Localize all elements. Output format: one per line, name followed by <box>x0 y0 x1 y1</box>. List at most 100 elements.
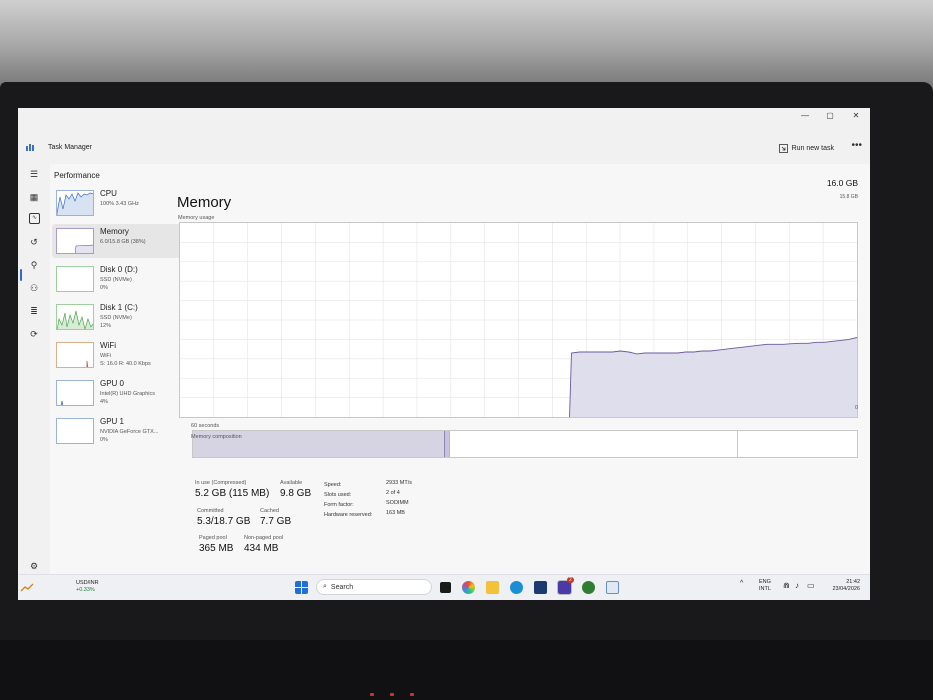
laptop-base <box>0 640 933 700</box>
composition-free <box>737 431 857 457</box>
clock[interactable]: 21:42 23/04/2026 <box>824 579 860 593</box>
stock-change: +0.33% <box>76 587 95 593</box>
device-item-gpu0[interactable]: GPU 0 Intel(R) UHD Graphics 4% <box>52 376 192 410</box>
gpu0-thumbnail <box>56 380 94 406</box>
chevron-up-icon[interactable]: ^ <box>740 580 743 587</box>
device-detail: 0% <box>100 285 108 291</box>
task-view-icon[interactable] <box>440 582 451 593</box>
device-detail: NVIDIA GeForce GTX... <box>100 429 159 435</box>
clock-date: 23/04/2026 <box>832 586 860 592</box>
volume-icon[interactable]: ♪ <box>795 581 799 590</box>
selected-indicator <box>20 269 22 281</box>
cached-label: Cached <box>260 508 279 514</box>
maximize-button[interactable]: ▢ <box>822 111 838 120</box>
chart-time-label: 60 seconds <box>191 423 220 429</box>
device-detail: 100% 3.43 GHz <box>100 201 139 207</box>
stocks-widget-icon <box>20 583 34 592</box>
clock-time: 21:42 <box>846 579 860 585</box>
startup-apps-icon[interactable]: ⚲ <box>27 258 41 272</box>
wifi-icon[interactable]: ⋒ <box>783 581 790 590</box>
windows-taskbar: USD/INR +0.33% ⌕ Search 2 ^ ENG INTL ⋒ ♪… <box>18 574 870 600</box>
gpu1-thumbnail <box>56 418 94 444</box>
stat-nonpaged-pool: Non-paged pool 434 MB <box>244 535 283 554</box>
xbox-icon[interactable] <box>582 581 595 594</box>
status-led <box>410 693 414 696</box>
task-manager-taskbar-icon[interactable] <box>606 581 619 594</box>
search-placeholder: Search <box>330 583 354 591</box>
device-item-disk0[interactable]: Disk 0 (D:) SSD (NVMe) 0% <box>52 262 192 296</box>
committed-value: 5.3/18.7 GB <box>197 516 251 527</box>
chart-zero-label: 0 <box>854 405 858 411</box>
file-explorer-icon[interactable] <box>486 581 499 594</box>
hw-reserved-value: 163 MB <box>386 510 405 516</box>
nonpaged-pool-label: Non-paged pool <box>244 535 284 541</box>
keyboard-layout: INTL <box>759 586 771 592</box>
committed-label: Committed <box>197 508 224 514</box>
hamburger-menu-icon[interactable]: ☰ <box>27 167 41 181</box>
details-icon[interactable]: ≣ <box>27 304 41 318</box>
language-indicator[interactable]: ENG INTL <box>759 579 771 593</box>
run-new-task-label: Run new task <box>791 145 834 152</box>
stat-paged-pool: Paged pool 365 MB <box>199 535 233 554</box>
stocks-widget[interactable]: USD/INR +0.33% <box>76 580 99 594</box>
notification-badge: 2 <box>567 577 574 583</box>
paged-pool-label: Paged pool <box>199 535 227 541</box>
memory-total: 16.0 GB <box>826 178 858 188</box>
device-item-wifi[interactable]: WiFi WiFi S: 16.0 R: 40.0 Kbps <box>52 338 192 372</box>
device-name: CPU <box>100 189 117 198</box>
more-options-button[interactable]: ••• <box>851 140 862 151</box>
copilot-icon[interactable] <box>462 581 475 594</box>
device-detail: 0% <box>100 437 108 443</box>
settings-gear-icon[interactable]: ⚙ <box>27 559 41 573</box>
close-button[interactable]: ✕ <box>848 111 864 120</box>
stat-cached: Cached 7.7 GB <box>260 508 291 527</box>
search-icon: ⌕ <box>323 583 327 590</box>
available-label: Available <box>280 480 303 486</box>
device-item-gpu1[interactable]: GPU 1 NVIDIA GeForce GTX... 0% <box>52 414 192 448</box>
device-item-memory[interactable]: Memory 6.0/15.8 GB (38%) <box>52 224 192 258</box>
in-use-label: In use (Compressed) <box>195 480 247 486</box>
run-task-icon <box>778 144 788 153</box>
stat-available: Available 9.8 GB <box>280 480 311 499</box>
device-name: Disk 0 (D:) <box>100 265 138 274</box>
language-code: ENG <box>759 579 771 585</box>
nav-rail: ☰ ▦ ∿ ↺ ⚲ ⚇ ≣ ⟳ ⚙ <box>18 164 50 574</box>
device-name: Memory <box>100 227 129 236</box>
run-new-task-button[interactable]: Run new task <box>778 144 834 153</box>
device-name: Disk 1 (C:) <box>100 303 138 312</box>
form-factor-value: SODIMM <box>386 500 409 506</box>
processes-icon[interactable]: ▦ <box>27 190 41 204</box>
device-item-cpu[interactable]: CPU 100% 3.43 GHz <box>52 186 192 220</box>
taskbar-search[interactable]: ⌕ Search <box>316 579 432 595</box>
slots-value: 2 of 4 <box>386 490 400 496</box>
in-use-value: 5.2 GB (115 MB) <box>195 488 270 499</box>
slots-label: Slots used: <box>324 492 352 498</box>
memory-usage-label: Memory usage <box>178 215 215 221</box>
device-detail: 4% <box>100 399 108 405</box>
battery-icon[interactable]: ▭ <box>807 581 815 590</box>
start-windows-icon[interactable] <box>295 581 308 594</box>
disk1-thumbnail <box>56 304 94 330</box>
device-detail: WiFi <box>100 353 111 359</box>
device-detail: S: 16.0 R: 40.0 Kbps <box>100 361 151 367</box>
device-name: GPU 1 <box>100 417 125 426</box>
device-item-disk1[interactable]: Disk 1 (C:) SSD (NVMe) 12% <box>52 300 192 334</box>
status-led <box>390 693 394 696</box>
edge-browser-icon[interactable] <box>510 581 523 594</box>
status-led <box>370 693 374 696</box>
available-value: 9.8 GB <box>280 488 312 499</box>
memory-usage-chart <box>179 222 858 418</box>
app-history-icon[interactable]: ↺ <box>27 235 41 249</box>
speed-value: 2933 MT/s <box>386 480 412 486</box>
cached-value: 7.7 GB <box>260 516 292 527</box>
performance-icon[interactable]: ∿ <box>29 213 40 224</box>
task-manager-window: Task Manager — ▢ ✕ Run new task ••• ☰ ▦ … <box>18 108 870 600</box>
minimize-button[interactable]: — <box>797 111 813 120</box>
services-icon[interactable]: ⟳ <box>27 327 41 341</box>
page-title: Performance <box>54 171 100 180</box>
store-icon[interactable] <box>534 581 547 594</box>
users-icon[interactable]: ⚇ <box>27 281 41 295</box>
stock-name: USD/INR <box>76 580 99 586</box>
memory-composition-bar <box>192 430 858 458</box>
memory-max-label: 15.8 GB <box>839 194 858 200</box>
